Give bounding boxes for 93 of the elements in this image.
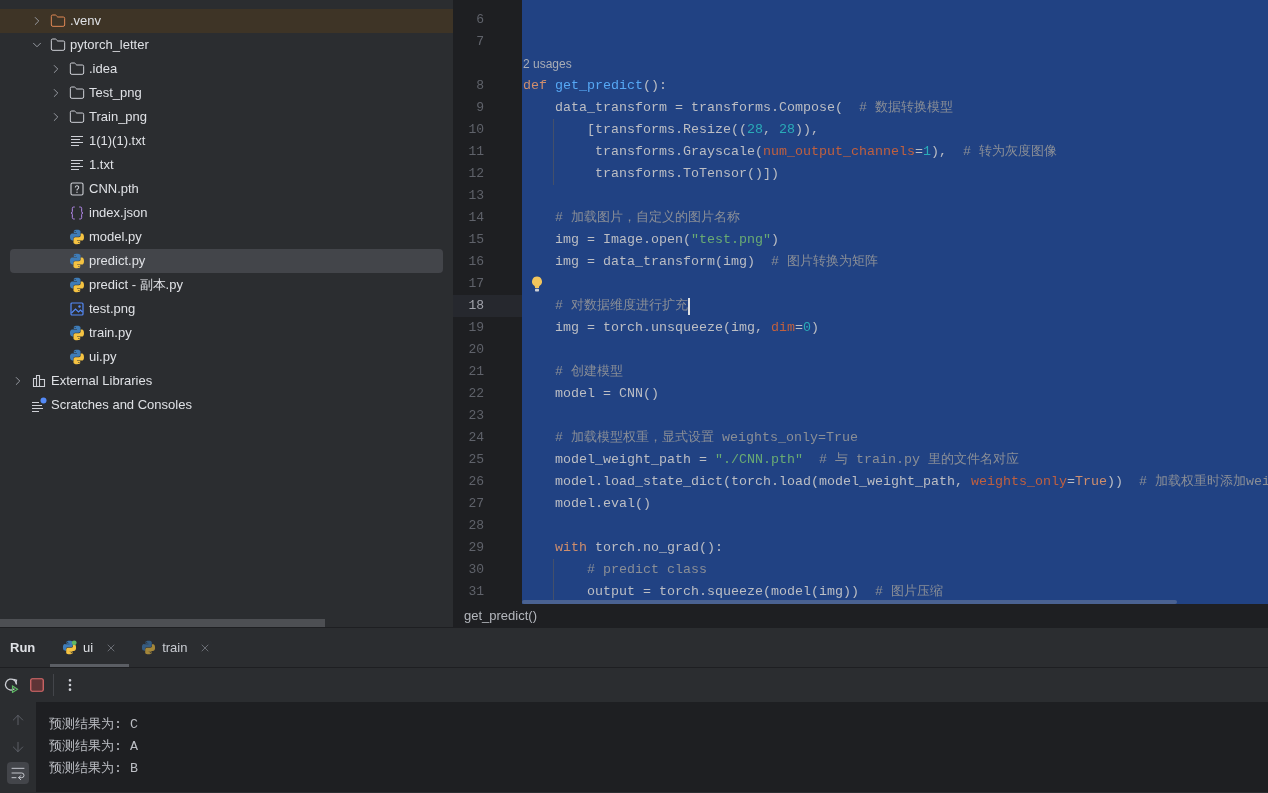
code-line: # predict class (587, 563, 707, 577)
line-number: 18 (453, 295, 522, 317)
line-number: 27 (467, 495, 485, 514)
python-logo-icon (69, 325, 85, 341)
tree-item[interactable]: Train_png (10, 105, 443, 129)
tree-item[interactable]: 1(1)(1).txt (10, 129, 443, 153)
line-number: 26 (467, 473, 485, 492)
line-number: 20 (467, 341, 485, 360)
horizontal-scrollbar[interactable] (522, 600, 1177, 604)
horizontal-scrollbar[interactable] (0, 618, 325, 627)
tree-item[interactable]: pytorch_letter (10, 33, 443, 57)
image-file-icon (69, 301, 85, 317)
code-line: output = torch.squeeze(model(img)) # 图片压缩 (587, 585, 943, 599)
line-number: 22 (467, 385, 485, 404)
code-line: [transforms.Resize((28, 28)), (587, 123, 819, 137)
text-file-icon (69, 157, 85, 173)
wrap-text-icon (10, 765, 26, 781)
python-logo-icon (69, 277, 85, 293)
tree-item[interactable]: test.png (10, 297, 443, 321)
folder-icon (69, 85, 85, 101)
python-logo-icon (69, 253, 85, 269)
tool-window-title: Run (10, 638, 36, 657)
braces-icon (69, 205, 85, 221)
stop-icon[interactable] (30, 678, 44, 692)
code-line: img = Image.open("test.png") (555, 233, 779, 247)
console-line: 预测结果为: C (49, 716, 138, 734)
tree-item[interactable]: ui.py (10, 345, 443, 369)
line-number: 8 (475, 77, 485, 96)
tree-item[interactable]: predict - 副本.py (10, 273, 443, 297)
line-number: 7 (475, 33, 485, 52)
python-logo-icon (69, 229, 85, 245)
code-line: # 加载模型权重，显式设置 weights_only=True (555, 431, 858, 445)
line-number: 14 (467, 209, 485, 228)
line-number: 17 (467, 275, 485, 294)
run-tab[interactable]: train (129, 628, 224, 667)
line-number: 21 (467, 363, 485, 382)
line-number: 29 (467, 539, 485, 558)
text-file-icon (69, 133, 85, 149)
bar-chart-icon (31, 373, 47, 389)
line-number: 25 (467, 451, 485, 470)
code-line: model.eval() (555, 497, 651, 511)
console-line: 预测结果为: B (49, 760, 138, 778)
code-line: with torch.no_grad(): (555, 541, 723, 555)
tree-item[interactable]: Test_png (10, 81, 443, 105)
code-line: # 对数据维度进行扩充 (555, 299, 688, 313)
folder-icon (50, 37, 66, 53)
line-number: 11 (467, 143, 485, 162)
tree-item[interactable]: Scratches and Consoles (10, 393, 443, 417)
tree-item[interactable]: train.py (10, 321, 443, 345)
lightbulb-icon[interactable] (531, 276, 543, 292)
code-line: model_weight_path = "./CNN.pth" # 与 train.py 里的文件名对应 (555, 453, 1019, 467)
line-number: 31 (467, 583, 485, 602)
line-number: 9 (475, 99, 485, 118)
usages-hint[interactable]: 2 usages (523, 55, 572, 73)
line-number: 23 (467, 407, 485, 426)
code-line: data_transform = transforms.Compose( # 数据转换模型 (555, 101, 953, 115)
tree-item[interactable]: model.py (10, 225, 443, 249)
tree-item[interactable]: CNN.pth (10, 177, 443, 201)
line-number: 24 (467, 429, 485, 448)
python-logo-icon (69, 349, 85, 365)
rerun-icon[interactable] (3, 677, 19, 693)
question-mark-icon (69, 181, 85, 197)
tree-item[interactable]: 1.txt (10, 153, 443, 177)
line-number: 16 (467, 253, 485, 272)
code-line: def get_predict(): (523, 79, 667, 93)
tree-item[interactable]: External Libraries (10, 369, 443, 393)
breadcrumb-item[interactable]: get_predict() (464, 605, 537, 626)
code-line: # 加载图片，自定义的图片名称 (555, 211, 740, 225)
console-line: 预测结果为: A (49, 738, 138, 756)
line-number: 19 (467, 319, 485, 338)
code-line: transforms.ToTensor()]) (595, 167, 779, 181)
line-number: 6 (475, 11, 485, 30)
run-tab[interactable]: ui (50, 628, 130, 667)
code-line: # 创建模型 (555, 365, 623, 379)
tree-item[interactable]: .venv (0, 9, 453, 33)
folder-icon (50, 13, 66, 29)
tree-item[interactable]: index.json (10, 201, 443, 225)
code-line: img = torch.unsqueeze(img, dim=0) (555, 321, 819, 335)
line-number: 10 (467, 121, 485, 140)
code-line: img = data_transform(img) # 图片转换为矩阵 (555, 255, 878, 269)
list-with-dot-icon (31, 397, 47, 413)
folder-icon (69, 61, 85, 77)
code-line: model = CNN() (555, 387, 659, 401)
line-number: 28 (467, 517, 485, 536)
line-number: 15 (467, 231, 485, 250)
line-number: 12 (467, 165, 485, 184)
folder-icon (69, 109, 85, 125)
line-number: 30 (467, 561, 485, 580)
soft-wrap-button[interactable] (7, 762, 29, 784)
line-number: 13 (467, 187, 485, 206)
code-line: transforms.Grayscale(num_output_channels=1), # 转为灰度图像 (595, 145, 1057, 159)
tree-item[interactable]: predict.py (10, 249, 443, 273)
tree-item[interactable]: .idea (10, 57, 443, 81)
